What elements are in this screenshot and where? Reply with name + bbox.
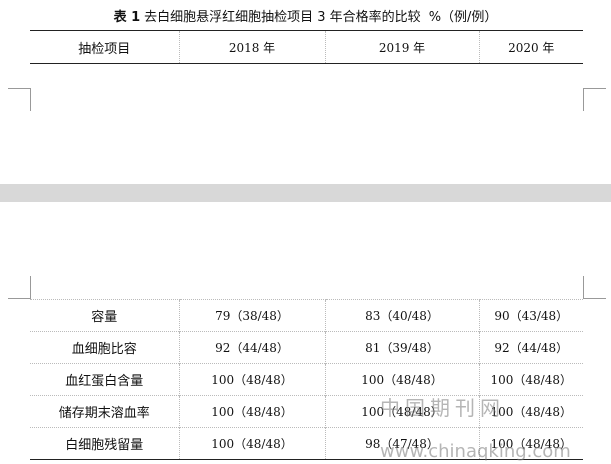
cell-value: 100（48/48） [178,427,325,460]
watermark-url: www.chinaqking.com [380,441,571,462]
cell-value: 100（48/48） [478,363,583,396]
table-row: 容量 79（38/48） 83（40/48） 90（43/48） [30,299,583,332]
page-corner-mark [583,276,606,299]
row-label: 血细胞比容 [30,331,179,364]
page-corner-mark [583,88,606,111]
cell-value: 92（44/48） [478,331,583,364]
table-row: 血细胞比容 92（44/48） 81（39/48） 92（44/48） [30,331,583,364]
table-number: 表 1 [113,10,141,25]
cell-value: 90（43/48） [478,299,583,332]
header-cell-2018: 2018 年 [178,30,325,64]
cell-value: 100（48/48） [178,363,325,396]
row-label: 血红蛋白含量 [30,363,179,396]
page-corner-mark [8,276,31,299]
cell-value: 83（40/48） [324,299,479,332]
cell-value: 79（38/48） [178,299,325,332]
page-gap [0,184,611,202]
cell-value: 92（44/48） [178,331,325,364]
table-title: 表 1 去白细胞悬浮红细胞抽检项目 3 年合格率的比较 %（例/例） [0,6,611,25]
row-label: 容量 [30,299,179,332]
table-unit: %（例/例） [428,10,498,25]
row-label: 储存期末溶血率 [30,395,179,428]
cell-value: 100（48/48） [324,363,479,396]
cell-value: 100（48/48） [178,395,325,428]
table-body: 容量 79（38/48） 83（40/48） 90（43/48） 血细胞比容 9… [30,299,583,460]
header-cell-2020: 2020 年 [478,30,583,64]
table-header: 抽检项目 2018 年 2019 年 2020 年 [30,30,583,64]
header-cell-2019: 2019 年 [324,30,479,64]
header-row: 抽检项目 2018 年 2019 年 2020 年 [30,30,583,64]
header-cell-item: 抽检项目 [78,41,131,57]
cell-value: 81（39/48） [324,331,479,364]
page-corner-mark [8,88,31,111]
table-title-text: 去白细胞悬浮红细胞抽检项目 3 年合格率的比较 [144,10,421,25]
page-top [0,0,611,184]
watermark-text: 中国期刊网 [380,396,505,420]
table-row: 血红蛋白含量 100（48/48） 100（48/48） 100（48/48） [30,363,583,396]
row-label: 白细胞残留量 [30,427,179,460]
